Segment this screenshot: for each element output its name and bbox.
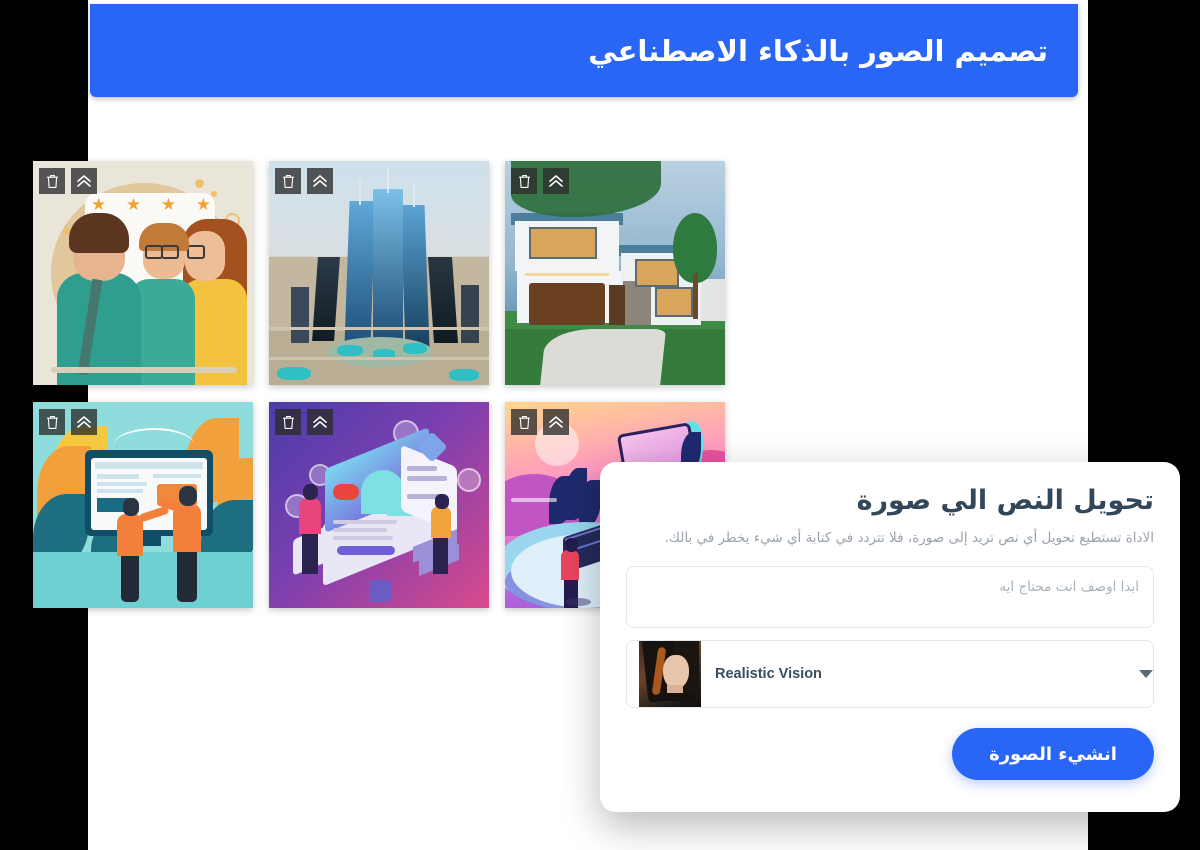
rating-stars: ★ ★ ★ ★ xyxy=(91,195,211,215)
text-to-image-dialog: تحويل النص الي صورة الاداة تستطيع تحويل … xyxy=(600,462,1180,812)
collapse-image-button[interactable] xyxy=(71,409,97,435)
generate-image-button[interactable]: انشيء الصورة xyxy=(952,728,1154,780)
trash-icon xyxy=(518,174,530,188)
double-chevron-up-icon xyxy=(77,416,91,428)
trash-icon xyxy=(46,174,58,188)
collapse-image-button[interactable] xyxy=(543,168,569,194)
collapse-image-button[interactable] xyxy=(307,409,333,435)
trash-icon xyxy=(46,415,58,429)
gallery-card[interactable]: ★ ★ ★ ★ xyxy=(33,161,253,385)
delete-image-button[interactable] xyxy=(511,168,537,194)
delete-image-button[interactable] xyxy=(39,168,65,194)
double-chevron-up-icon xyxy=(549,175,563,187)
delete-image-button[interactable] xyxy=(511,409,537,435)
trash-icon xyxy=(282,415,294,429)
double-chevron-up-icon xyxy=(313,175,327,187)
dialog-subtitle: الاداة تستطيع تحويل أي نص تريد إلى صورة،… xyxy=(664,529,1154,546)
card-tools xyxy=(39,409,97,435)
delete-image-button[interactable] xyxy=(275,409,301,435)
collapse-image-button[interactable] xyxy=(543,409,569,435)
generated-image xyxy=(505,161,725,385)
chevron-down-icon xyxy=(1139,670,1153,678)
card-tools xyxy=(275,409,333,435)
generated-image: ★ ★ ★ ★ xyxy=(33,161,253,385)
gallery-card[interactable] xyxy=(33,402,253,608)
page-title: تصميم الصور بالذكاء الاصطناعي xyxy=(588,33,1048,68)
double-chevron-up-icon xyxy=(549,416,563,428)
collapse-image-button[interactable] xyxy=(307,168,333,194)
model-select-value: Realistic Vision xyxy=(715,666,822,682)
generated-image xyxy=(269,161,489,385)
collapse-image-button[interactable] xyxy=(71,168,97,194)
dialog-title: تحويل النص الي صورة xyxy=(856,485,1154,516)
card-tools xyxy=(511,168,569,194)
model-select[interactable]: Realistic Vision xyxy=(626,640,1154,708)
model-thumbnail xyxy=(639,641,701,707)
card-tools xyxy=(511,409,569,435)
prompt-input[interactable]: ابدا اوصف انت محتاج ايه xyxy=(626,566,1154,628)
delete-image-button[interactable] xyxy=(39,409,65,435)
double-chevron-up-icon xyxy=(313,416,327,428)
gallery-card[interactable] xyxy=(269,161,489,385)
double-chevron-up-icon xyxy=(77,175,91,187)
gallery-card[interactable] xyxy=(269,402,489,608)
gallery-card[interactable] xyxy=(505,161,725,385)
trash-icon xyxy=(518,415,530,429)
trash-icon xyxy=(282,174,294,188)
card-tools xyxy=(39,168,97,194)
dialog-actions: انشيء الصورة xyxy=(626,728,1154,780)
delete-image-button[interactable] xyxy=(275,168,301,194)
card-tools xyxy=(275,168,333,194)
app-stage: تصميم الصور بالذكاء الاصطناعي ★ ★ ★ ★ تح… xyxy=(0,0,1200,850)
prompt-placeholder: ابدا اوصف انت محتاج ايه xyxy=(999,579,1139,595)
app-header: تصميم الصور بالذكاء الاصطناعي xyxy=(90,4,1078,97)
